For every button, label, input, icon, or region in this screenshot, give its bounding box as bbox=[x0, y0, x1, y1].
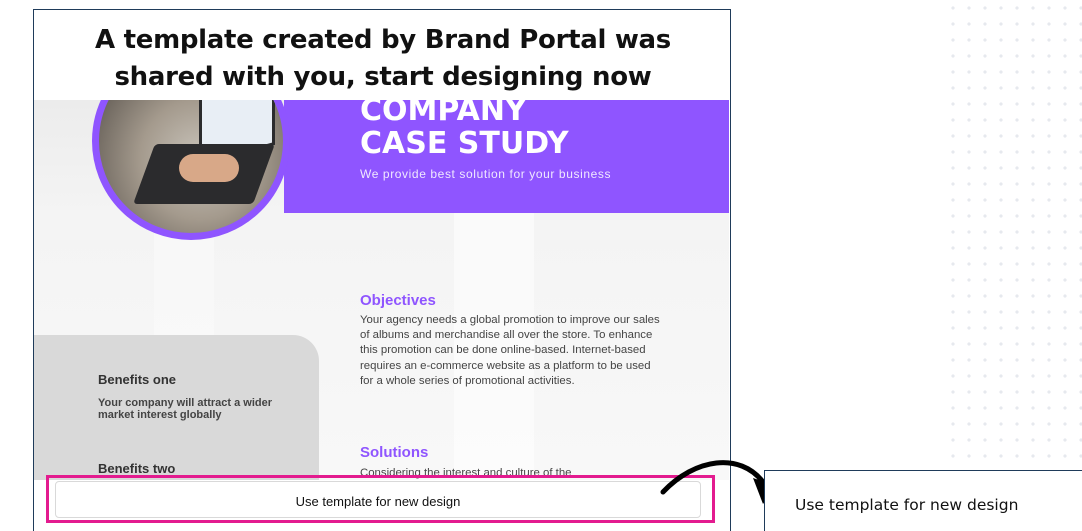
template-banner: COMPANY CASE STUDY We provide best solut… bbox=[284, 100, 729, 213]
use-template-button[interactable]: Use template for new design bbox=[55, 481, 701, 518]
benefit-text: Your company will attract a wider market… bbox=[98, 397, 273, 421]
template-thumbnail[interactable]: COMPANY CASE STUDY We provide best solut… bbox=[34, 100, 729, 480]
benefit-title: Benefits two bbox=[98, 461, 176, 476]
benefit-title: Benefits one bbox=[98, 372, 177, 387]
banner-title: COMPANY CASE STUDY bbox=[360, 100, 569, 160]
objectives-title: Objectives bbox=[360, 292, 436, 309]
banner-title-line1: COMPANY bbox=[360, 100, 527, 128]
share-heading: A template created by Brand Portal was s… bbox=[34, 22, 730, 96]
benefits-card: Benefits one Your company will attract a… bbox=[34, 335, 319, 480]
zoomed-callout: Use template for new design bbox=[764, 470, 1082, 531]
zoomed-use-template-label[interactable]: Use template for new design bbox=[795, 496, 1018, 514]
solutions-title: Solutions bbox=[360, 444, 429, 461]
template-preview-panel: A template created by Brand Portal was s… bbox=[33, 9, 731, 531]
share-heading-line1: A template created by Brand Portal was bbox=[95, 25, 671, 55]
laptop-photo bbox=[92, 100, 290, 240]
share-heading-line2: shared with you, start designing now bbox=[114, 62, 652, 92]
objectives-text: Your agency needs a global promotion to … bbox=[360, 314, 660, 387]
dotted-background bbox=[945, 0, 1082, 470]
banner-title-line2: CASE STUDY bbox=[360, 126, 569, 161]
hands bbox=[179, 154, 239, 182]
banner-subtitle: We provide best solution for your busine… bbox=[360, 167, 612, 181]
